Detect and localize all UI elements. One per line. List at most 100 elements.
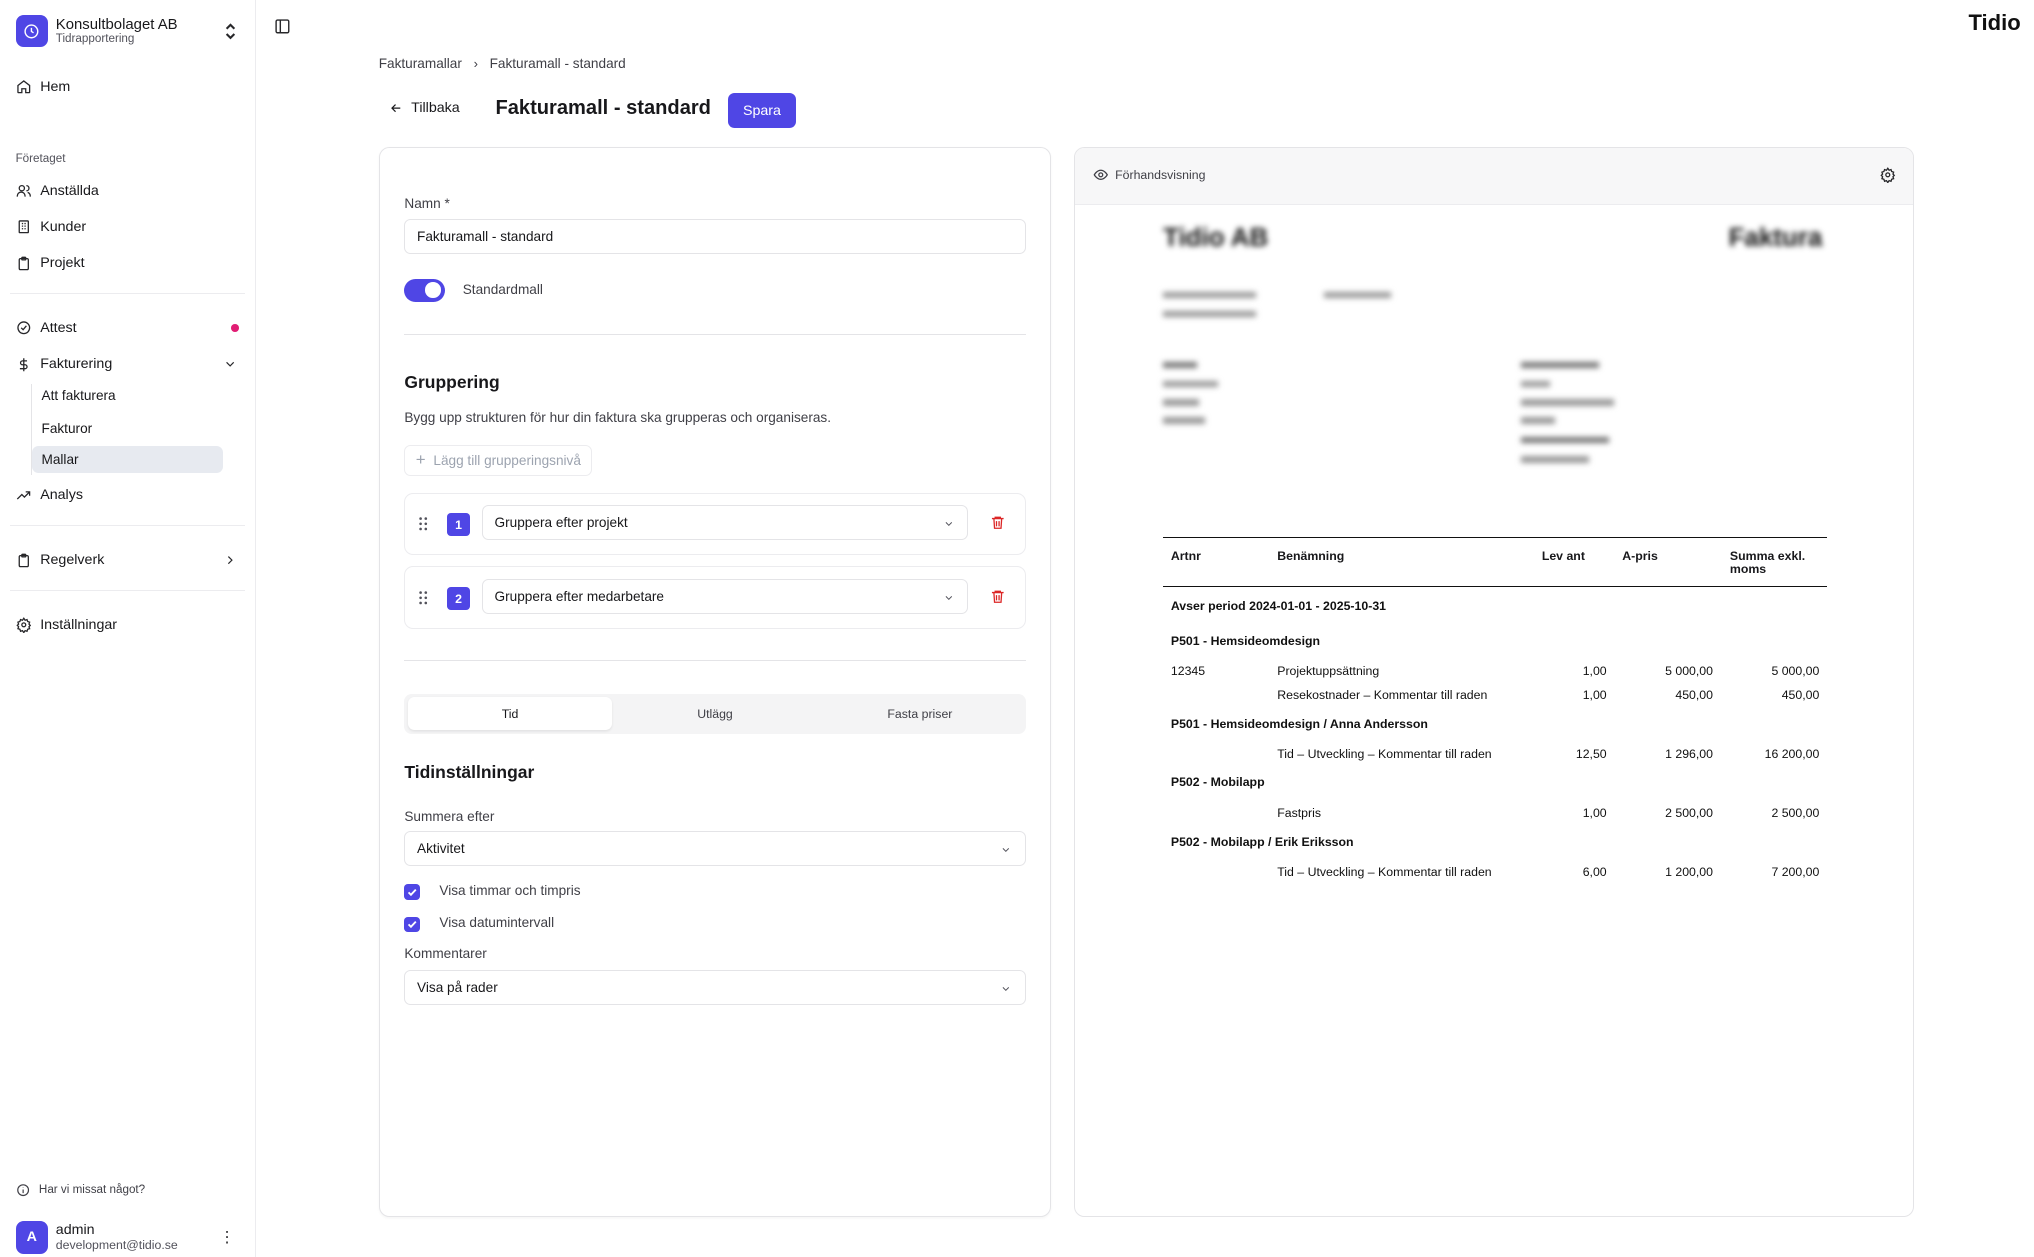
comments-select[interactable]: Visa på rader bbox=[404, 969, 1026, 1005]
preview-header: Förhandsvisning bbox=[1074, 147, 1914, 205]
nav-templates[interactable]: Mallar bbox=[42, 446, 79, 472]
home-icon bbox=[16, 80, 30, 94]
nav-employees-label: Anställda bbox=[40, 182, 99, 199]
invoice-row-sum: 5 000,00 bbox=[1771, 663, 1820, 678]
chevron-down-icon bbox=[945, 521, 952, 526]
grouping-select-value: Gruppera efter medarbetare bbox=[494, 589, 664, 605]
table-header-rule bbox=[1163, 585, 1828, 587]
invoice-group-header: P502 - Mobilapp / Erik Eriksson bbox=[1170, 834, 1354, 849]
show-hours-checkbox[interactable] bbox=[404, 884, 420, 900]
clock-icon bbox=[15, 14, 48, 48]
nav-billing[interactable]: Fakturering bbox=[16, 351, 243, 377]
show-dates-checkbox[interactable] bbox=[404, 916, 420, 933]
invoice-group-header: P501 - Hemsideomdesign / Anna Andersson bbox=[1170, 716, 1428, 731]
invoice-meta-blur bbox=[1163, 381, 1218, 388]
invoice-meta-blur bbox=[1521, 381, 1550, 388]
summarize-select[interactable]: Aktivitet bbox=[404, 831, 1026, 867]
col-artnr: Artnr bbox=[1170, 548, 1201, 563]
invoice-row-qty: 12,50 bbox=[1575, 746, 1607, 761]
show-hours-label: Visa timmar och timpris bbox=[439, 882, 581, 898]
nav-settings-label: Inställningar bbox=[40, 617, 118, 634]
tab-fixed-prices[interactable]: Fasta priser bbox=[818, 697, 1022, 729]
name-input[interactable]: Fakturamall - standard bbox=[404, 218, 1026, 254]
tab-time[interactable]: Tid bbox=[408, 697, 612, 730]
invoice-row-qty: 6,00 bbox=[1582, 864, 1607, 879]
nav-settings[interactable]: Inställningar bbox=[15, 612, 118, 638]
grouping-select[interactable]: Gruppera efter medarbetare bbox=[481, 579, 969, 615]
grouping-level-number: 2 bbox=[446, 586, 471, 611]
invoice-row-price: 1 200,00 bbox=[1665, 864, 1714, 879]
sidebar-toggle-icon[interactable] bbox=[274, 18, 291, 35]
back-button[interactable]: Tillbaka bbox=[389, 100, 460, 116]
invoice-row-qty: 1,00 bbox=[1582, 806, 1607, 821]
trash-icon[interactable] bbox=[990, 514, 1006, 531]
gear-icon[interactable] bbox=[1880, 167, 1896, 183]
time-settings-title: Tidinställningar bbox=[404, 762, 535, 783]
invoice-company-name: Tidio AB bbox=[1163, 224, 1269, 253]
breadcrumb-templates[interactable]: Fakturamallar bbox=[379, 56, 462, 71]
invoice-row-sum: 16 200,00 bbox=[1764, 746, 1820, 761]
default-template-label: Standardmall bbox=[462, 282, 543, 298]
tab-expenses[interactable]: Utlägg bbox=[613, 697, 817, 729]
col-unit-price: A-pris bbox=[1622, 548, 1658, 563]
nav-employees[interactable]: Anställda bbox=[16, 178, 99, 204]
chevron-up-down-icon bbox=[226, 23, 236, 40]
invoice-doc-type: Faktura bbox=[1728, 224, 1823, 253]
invoice-meta-blur bbox=[1163, 417, 1205, 424]
invoice-meta-blur bbox=[1163, 361, 1197, 369]
plus-icon: + bbox=[415, 450, 426, 470]
nav-billing-label: Fakturering bbox=[40, 356, 113, 373]
nav-analysis[interactable]: Analys bbox=[16, 482, 83, 508]
grouping-level-number: 1 bbox=[446, 513, 471, 537]
nav-rules-label: Regelverk bbox=[40, 552, 105, 569]
invoice-meta-blur bbox=[1521, 399, 1615, 406]
invoice-meta-blur bbox=[1323, 291, 1392, 298]
org-switcher[interactable]: Konsultbolaget AB Tidrapportering bbox=[15, 13, 243, 49]
name-label: Namn * bbox=[404, 195, 450, 211]
invoice-meta-blur bbox=[1163, 399, 1200, 406]
summarize-value: Aktivitet bbox=[417, 841, 465, 857]
invoice-row-price: 5 000,00 bbox=[1665, 663, 1714, 678]
grouping-description: Bygg upp strukturen för hur din faktura … bbox=[404, 409, 832, 425]
breadcrumb: Fakturamallar › Fakturamall - standard bbox=[379, 56, 626, 71]
nav-customers[interactable]: Kunder bbox=[16, 214, 86, 240]
chevron-down-icon bbox=[226, 362, 235, 368]
org-name: Konsultbolaget AB bbox=[55, 16, 178, 33]
save-button[interactable]: Spara bbox=[727, 93, 797, 129]
clipboard-icon bbox=[18, 256, 29, 270]
drag-handle-icon[interactable] bbox=[418, 516, 428, 532]
add-grouping-level-button[interactable]: + Lägg till grupperingsnivå bbox=[404, 444, 593, 476]
grouping-title: Gruppering bbox=[404, 371, 500, 392]
invoice-row-sum: 450,00 bbox=[1781, 688, 1820, 703]
nav-invoices[interactable]: Fakturor bbox=[42, 415, 93, 441]
invoice-meta-blur bbox=[1521, 456, 1589, 463]
preview-title: Förhandsvisning bbox=[1115, 167, 1206, 182]
nav-home-label: Hem bbox=[40, 78, 71, 95]
invoice-row-sum: 2 500,00 bbox=[1771, 806, 1820, 821]
drag-handle-icon[interactable] bbox=[418, 590, 428, 606]
check-circle-icon bbox=[16, 321, 30, 335]
more-vertical-icon[interactable]: ⋮ bbox=[219, 1228, 235, 1247]
help-label: Har vi missat något? bbox=[38, 1183, 146, 1197]
sidebar-divider bbox=[10, 293, 246, 294]
user-menu[interactable]: A admin development@tidio.se ⋮ bbox=[15, 1219, 243, 1255]
invoice-row-price: 2 500,00 bbox=[1665, 806, 1714, 821]
nav-attest[interactable]: Attest bbox=[16, 315, 77, 341]
chevron-down-icon bbox=[1002, 986, 1010, 991]
nav-home[interactable]: Hem bbox=[16, 74, 71, 100]
nav-rules[interactable]: Regelverk bbox=[16, 547, 243, 573]
dollar-icon bbox=[19, 357, 28, 371]
invoice-meta-blur bbox=[1163, 310, 1257, 318]
invoice-row-desc: Fastpris bbox=[1277, 806, 1322, 821]
invoice-row-desc: Tid – Utveckling – Kommentar till raden bbox=[1277, 864, 1492, 879]
org-subtitle: Tidrapportering bbox=[55, 31, 135, 45]
nav-to-invoice[interactable]: Att fakturera bbox=[42, 383, 116, 409]
help-link[interactable]: Har vi missat något? bbox=[16, 1183, 146, 1197]
grouping-row: 2 Gruppera efter medarbetare bbox=[404, 566, 1026, 629]
nav-projects[interactable]: Projekt bbox=[16, 250, 85, 276]
grouping-select[interactable]: Gruppera efter projekt bbox=[481, 505, 969, 541]
default-template-toggle[interactable] bbox=[404, 278, 445, 302]
invoice-row-sum: 7 200,00 bbox=[1771, 864, 1820, 879]
comments-value: Visa på rader bbox=[417, 979, 498, 995]
trash-icon[interactable] bbox=[990, 588, 1006, 605]
